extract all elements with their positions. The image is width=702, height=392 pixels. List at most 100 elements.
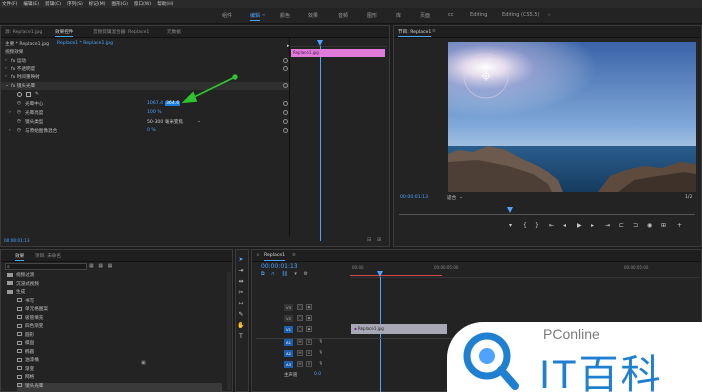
list-item[interactable]: 棋盘 [17,340,34,349]
lock-icon[interactable]: ▢ [297,304,303,310]
list-item-label: 四色渐变 [25,324,44,329]
mute-icon[interactable]: M [297,361,303,367]
program-fraction[interactable]: 1/2 [685,195,692,200]
timeline-timecode[interactable]: 00:00:01:13 [261,263,298,270]
list-item-label: 沉浸式视频 [16,281,39,287]
program-scrubber[interactable] [399,214,695,215]
linked-select-icon[interactable]: ⛓ [281,271,287,277]
snap-icon[interactable]: ∩ [271,271,275,277]
hand-tool-icon[interactable]: ✋ [237,322,245,330]
mic-icon[interactable]: 🎙 [318,350,324,356]
effects-tabs: 效果 项目: 未命名 [1,250,232,262]
32bit-icon[interactable]: ▦ [98,263,103,269]
lock-icon[interactable]: ▢ [297,315,303,321]
add-marker-icon[interactable]: ▾ [294,271,297,277]
list-item[interactable]: 生成 [7,289,25,298]
effect-icon [17,298,22,302]
list-item[interactable]: 书写 [17,298,34,307]
mute-icon[interactable]: M [297,350,303,356]
track-master-value[interactable]: 0.0 [314,372,321,377]
pen-tool-icon[interactable]: ✎ [237,311,245,319]
eye-icon[interactable]: ◉ [306,326,312,332]
solo-icon[interactable]: S [306,339,312,345]
program-playhead-marker[interactable] [507,207,513,213]
eye-icon[interactable]: ◉ [306,304,312,310]
slip-tool-icon[interactable]: ⇿ [237,300,245,308]
mic-icon[interactable]: 🎙 [318,339,324,345]
list-item-label: 吸管填充 [25,315,44,321]
marker-icon[interactable]: ▾ [509,222,512,229]
chevron-down-icon[interactable]: ⌄ [459,195,463,200]
panel-menu-icon[interactable]: ≡ [432,29,436,34]
timeline-ruler[interactable]: 00:00 00:00:05:00 00:00:05:00 [350,264,700,278]
export-frame-icon[interactable]: ◉ [647,222,652,229]
track-v2-label[interactable]: V2 [284,315,293,322]
list-item[interactable]: 四色渐变 [17,323,43,332]
ruler-label: 00:00:05:00 [624,265,649,270]
track-select-tool-icon[interactable]: ⇥ [237,267,245,275]
list-item[interactable]: 视频过渡 [7,272,34,281]
list-item[interactable]: 渐变 [17,366,34,375]
list-item[interactable]: 单元格图案 [17,306,48,315]
track-v1-label[interactable]: V1 [284,326,293,333]
mic-icon[interactable]: 🎙 [318,361,324,367]
lock-icon[interactable]: ▢ [297,326,303,332]
list-item[interactable]: 圆形 [17,332,34,341]
list-item[interactable]: 椭圆 [17,349,34,358]
arrow-head-ec [181,91,198,104]
track-a1-label[interactable]: A1 [284,339,293,346]
track-v3-label[interactable]: V3 [284,304,293,311]
step-forward-icon[interactable]: ▸ [591,222,594,229]
program-video-frame[interactable] [448,42,696,192]
track-a2-label[interactable]: A2 [284,350,293,357]
play-icon[interactable]: ▶ [577,222,582,229]
new-item-icon[interactable]: ▣ [141,360,146,366]
timeline-clip-v1[interactable]: ▪ Replace1.jpg [351,324,447,334]
settings-icon[interactable]: ⚙ [304,271,308,277]
go-to-in-icon[interactable]: ⇤ [549,222,554,229]
ripple-edit-tool-icon[interactable]: ⇹ [237,278,245,286]
effects-scrollbar[interactable] [227,272,231,390]
mute-icon[interactable]: M [297,339,303,345]
work-area-bar[interactable] [350,275,442,276]
tab-project[interactable]: 项目: 未命名 [35,253,61,259]
list-item[interactable]: 油漆桶 [17,357,39,366]
list-item-selected[interactable]: 镜头光晕 [17,382,222,391]
type-tool-icon[interactable]: T [237,333,245,341]
overwrite-icon[interactable]: ⊐ [633,222,638,229]
timeline-toolbar: ⧉ ∩ ⛓ ▾ ⚙ [261,271,308,277]
selection-tool-icon[interactable]: ➤ [237,256,245,264]
yuv-icon[interactable]: ▦ [108,263,113,269]
nest-icon[interactable]: ⧉ [261,271,265,277]
comparison-icon[interactable]: ⊞ [661,222,666,229]
solo-icon[interactable]: S [306,350,312,356]
settings-plus-icon[interactable]: + [677,222,682,229]
program-tabs: 节目: Replace1 ≡ [394,26,701,38]
eye-icon[interactable]: ◉ [306,315,312,321]
list-item-label: 镜头光晕 [25,383,44,389]
panel-menu-icon[interactable]: ≡ [292,253,296,258]
ruler-label: 00:00:05:00 [434,265,459,270]
step-back-icon[interactable]: ◂ [563,222,566,229]
tab-program[interactable]: 节目: Replace1 [398,29,432,37]
program-fit-select[interactable]: 适合 [447,195,456,201]
list-item[interactable]: 网格 [17,374,34,383]
list-item-label: 圆形 [25,332,35,338]
list-item[interactable]: 吸管填充 [17,315,43,324]
go-to-out-icon[interactable]: ⇥ [605,222,610,229]
track-a3-label[interactable]: A3 [284,361,293,368]
mark-in-icon[interactable]: { [523,222,527,229]
tab-effects[interactable]: 效果 [15,253,25,261]
accelerated-icon[interactable]: ▦ [89,263,94,269]
list-item-label: 单元格图案 [25,307,48,312]
mark-out-icon[interactable]: } [535,222,539,229]
razor-tool-icon[interactable]: ✂ [237,289,245,297]
close-icon[interactable]: × [256,253,260,258]
list-item[interactable]: 沉浸式视频 [7,281,39,290]
insert-icon[interactable]: ⊏ [619,222,624,229]
tab-sequence[interactable]: Replace1 [264,253,286,261]
solo-icon[interactable]: S [306,361,312,367]
program-timecode[interactable]: 00:00:01:13 [400,195,428,200]
effects-search[interactable]: ⌕ [5,263,87,270]
list-item-label: 网格 [25,375,35,380]
